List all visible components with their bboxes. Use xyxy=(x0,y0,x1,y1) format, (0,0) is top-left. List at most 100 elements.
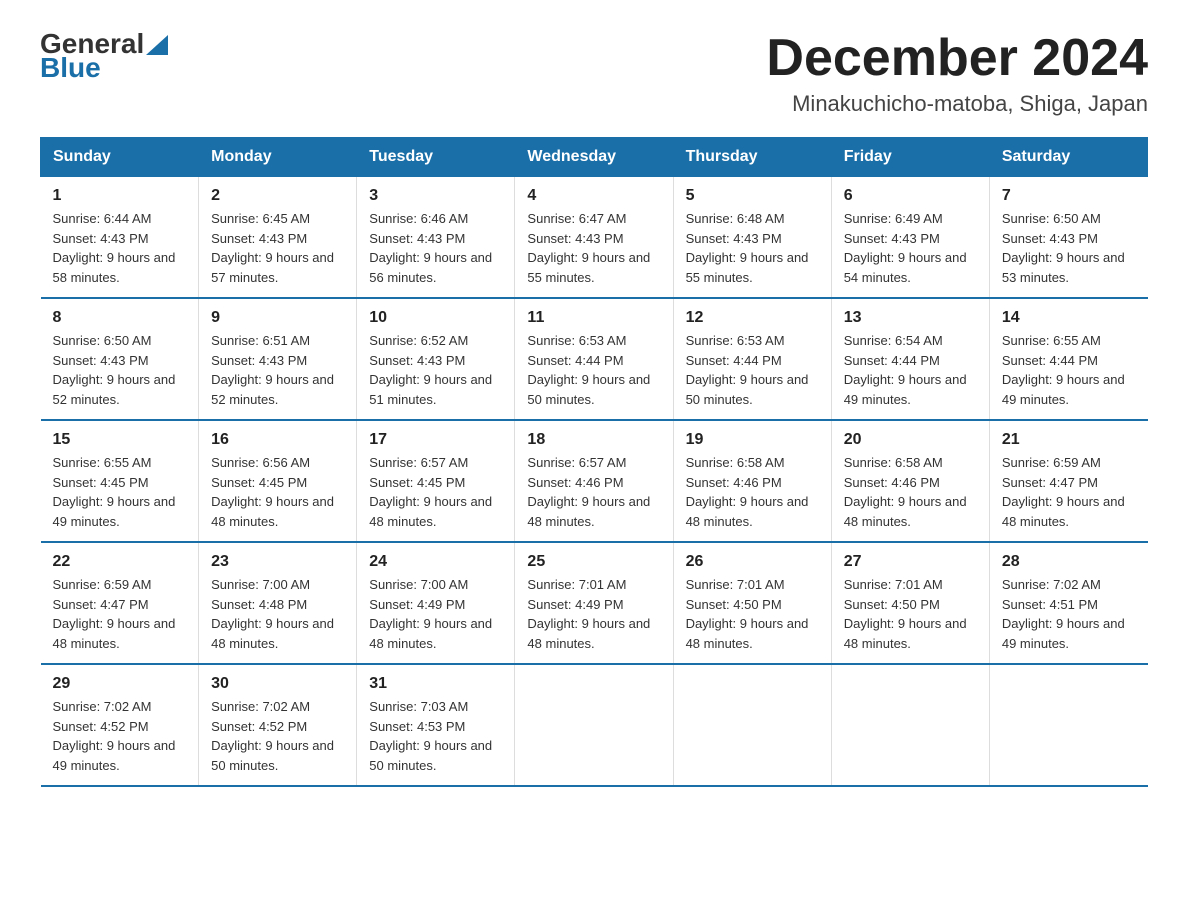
sunrise-label: Sunrise: 7:02 AM xyxy=(211,699,310,714)
daylight-label: Daylight: 9 hours and 49 minutes. xyxy=(844,372,967,407)
sunrise-label: Sunrise: 6:50 AM xyxy=(1002,211,1101,226)
weekday-header-tuesday: Tuesday xyxy=(357,138,515,177)
calendar-day: 10 Sunrise: 6:52 AM Sunset: 4:43 PM Dayl… xyxy=(357,298,515,420)
sunset-label: Sunset: 4:52 PM xyxy=(53,719,149,734)
sunrise-label: Sunrise: 6:58 AM xyxy=(686,455,785,470)
daylight-label: Daylight: 9 hours and 50 minutes. xyxy=(369,738,492,773)
calendar-day: 22 Sunrise: 6:59 AM Sunset: 4:47 PM Dayl… xyxy=(41,542,199,664)
sunrise-label: Sunrise: 6:51 AM xyxy=(211,333,310,348)
day-number: 21 xyxy=(1002,431,1136,449)
sunset-label: Sunset: 4:43 PM xyxy=(527,231,623,246)
daylight-label: Daylight: 9 hours and 55 minutes. xyxy=(527,250,650,285)
daylight-label: Daylight: 9 hours and 48 minutes. xyxy=(844,494,967,529)
calendar-day: 4 Sunrise: 6:47 AM Sunset: 4:43 PM Dayli… xyxy=(515,177,673,299)
sunset-label: Sunset: 4:43 PM xyxy=(369,353,465,368)
sunrise-label: Sunrise: 6:44 AM xyxy=(53,211,152,226)
day-number: 3 xyxy=(369,187,502,205)
sunrise-label: Sunrise: 6:55 AM xyxy=(1002,333,1101,348)
sunset-label: Sunset: 4:46 PM xyxy=(844,475,940,490)
sunrise-label: Sunrise: 6:45 AM xyxy=(211,211,310,226)
daylight-label: Daylight: 9 hours and 53 minutes. xyxy=(1002,250,1125,285)
sunset-label: Sunset: 4:47 PM xyxy=(1002,475,1098,490)
daylight-label: Daylight: 9 hours and 54 minutes. xyxy=(844,250,967,285)
day-info: Sunrise: 6:44 AM Sunset: 4:43 PM Dayligh… xyxy=(53,209,187,287)
day-info: Sunrise: 6:46 AM Sunset: 4:43 PM Dayligh… xyxy=(369,209,502,287)
sunrise-label: Sunrise: 6:56 AM xyxy=(211,455,310,470)
day-info: Sunrise: 6:53 AM Sunset: 4:44 PM Dayligh… xyxy=(527,331,660,409)
day-number: 31 xyxy=(369,675,502,693)
calendar-day: 28 Sunrise: 7:02 AM Sunset: 4:51 PM Dayl… xyxy=(989,542,1147,664)
sunset-label: Sunset: 4:43 PM xyxy=(211,231,307,246)
day-number: 22 xyxy=(53,553,187,571)
day-number: 16 xyxy=(211,431,344,449)
day-number: 6 xyxy=(844,187,977,205)
calendar-day: 31 Sunrise: 7:03 AM Sunset: 4:53 PM Dayl… xyxy=(357,664,515,786)
day-info: Sunrise: 6:49 AM Sunset: 4:43 PM Dayligh… xyxy=(844,209,977,287)
sunrise-label: Sunrise: 6:48 AM xyxy=(686,211,785,226)
calendar-day: 26 Sunrise: 7:01 AM Sunset: 4:50 PM Dayl… xyxy=(673,542,831,664)
calendar-day: 12 Sunrise: 6:53 AM Sunset: 4:44 PM Dayl… xyxy=(673,298,831,420)
calendar-day: 7 Sunrise: 6:50 AM Sunset: 4:43 PM Dayli… xyxy=(989,177,1147,299)
sunset-label: Sunset: 4:50 PM xyxy=(686,597,782,612)
day-number: 29 xyxy=(53,675,187,693)
day-info: Sunrise: 7:03 AM Sunset: 4:53 PM Dayligh… xyxy=(369,697,502,775)
day-info: Sunrise: 6:50 AM Sunset: 4:43 PM Dayligh… xyxy=(53,331,187,409)
day-info: Sunrise: 6:59 AM Sunset: 4:47 PM Dayligh… xyxy=(53,575,187,653)
calendar-day: 1 Sunrise: 6:44 AM Sunset: 4:43 PM Dayli… xyxy=(41,177,199,299)
day-info: Sunrise: 6:55 AM Sunset: 4:44 PM Dayligh… xyxy=(1002,331,1136,409)
sunrise-label: Sunrise: 7:03 AM xyxy=(369,699,468,714)
weekday-header-saturday: Saturday xyxy=(989,138,1147,177)
sunrise-label: Sunrise: 6:59 AM xyxy=(1002,455,1101,470)
sunset-label: Sunset: 4:43 PM xyxy=(686,231,782,246)
sunset-label: Sunset: 4:43 PM xyxy=(844,231,940,246)
weekday-header-friday: Friday xyxy=(831,138,989,177)
daylight-label: Daylight: 9 hours and 48 minutes. xyxy=(211,494,334,529)
location-text: Minakuchicho-matoba, Shiga, Japan xyxy=(766,91,1148,117)
calendar-day: 18 Sunrise: 6:57 AM Sunset: 4:46 PM Dayl… xyxy=(515,420,673,542)
sunset-label: Sunset: 4:45 PM xyxy=(211,475,307,490)
day-number: 10 xyxy=(369,309,502,327)
sunrise-label: Sunrise: 6:49 AM xyxy=(844,211,943,226)
day-info: Sunrise: 6:45 AM Sunset: 4:43 PM Dayligh… xyxy=(211,209,344,287)
sunset-label: Sunset: 4:44 PM xyxy=(527,353,623,368)
calendar-day: 17 Sunrise: 6:57 AM Sunset: 4:45 PM Dayl… xyxy=(357,420,515,542)
sunrise-label: Sunrise: 6:46 AM xyxy=(369,211,468,226)
sunset-label: Sunset: 4:43 PM xyxy=(369,231,465,246)
daylight-label: Daylight: 9 hours and 55 minutes. xyxy=(686,250,809,285)
page-header: General Blue December 2024 Minakuchicho-… xyxy=(40,30,1148,117)
sunrise-label: Sunrise: 7:02 AM xyxy=(53,699,152,714)
day-info: Sunrise: 6:53 AM Sunset: 4:44 PM Dayligh… xyxy=(686,331,819,409)
sunset-label: Sunset: 4:43 PM xyxy=(53,231,149,246)
sunrise-label: Sunrise: 6:54 AM xyxy=(844,333,943,348)
logo-blue-text: Blue xyxy=(40,54,168,82)
day-number: 11 xyxy=(527,309,660,327)
sunrise-label: Sunrise: 7:00 AM xyxy=(369,577,468,592)
day-number: 4 xyxy=(527,187,660,205)
day-number: 25 xyxy=(527,553,660,571)
day-info: Sunrise: 7:02 AM Sunset: 4:52 PM Dayligh… xyxy=(211,697,344,775)
sunset-label: Sunset: 4:46 PM xyxy=(686,475,782,490)
daylight-label: Daylight: 9 hours and 51 minutes. xyxy=(369,372,492,407)
sunrise-label: Sunrise: 6:57 AM xyxy=(369,455,468,470)
calendar-day: 25 Sunrise: 7:01 AM Sunset: 4:49 PM Dayl… xyxy=(515,542,673,664)
day-number: 17 xyxy=(369,431,502,449)
sunset-label: Sunset: 4:49 PM xyxy=(527,597,623,612)
daylight-label: Daylight: 9 hours and 57 minutes. xyxy=(211,250,334,285)
sunset-label: Sunset: 4:43 PM xyxy=(53,353,149,368)
day-number: 1 xyxy=(53,187,187,205)
calendar-day: 23 Sunrise: 7:00 AM Sunset: 4:48 PM Dayl… xyxy=(199,542,357,664)
sunset-label: Sunset: 4:47 PM xyxy=(53,597,149,612)
calendar-day: 5 Sunrise: 6:48 AM Sunset: 4:43 PM Dayli… xyxy=(673,177,831,299)
sunrise-label: Sunrise: 6:55 AM xyxy=(53,455,152,470)
calendar-day: 30 Sunrise: 7:02 AM Sunset: 4:52 PM Dayl… xyxy=(199,664,357,786)
day-number: 18 xyxy=(527,431,660,449)
sunrise-label: Sunrise: 6:50 AM xyxy=(53,333,152,348)
sunset-label: Sunset: 4:50 PM xyxy=(844,597,940,612)
calendar-table: SundayMondayTuesdayWednesdayThursdayFrid… xyxy=(40,137,1148,787)
day-info: Sunrise: 7:00 AM Sunset: 4:48 PM Dayligh… xyxy=(211,575,344,653)
month-title: December 2024 xyxy=(766,30,1148,87)
sunset-label: Sunset: 4:44 PM xyxy=(686,353,782,368)
sunrise-label: Sunrise: 6:52 AM xyxy=(369,333,468,348)
day-info: Sunrise: 6:54 AM Sunset: 4:44 PM Dayligh… xyxy=(844,331,977,409)
day-info: Sunrise: 6:51 AM Sunset: 4:43 PM Dayligh… xyxy=(211,331,344,409)
